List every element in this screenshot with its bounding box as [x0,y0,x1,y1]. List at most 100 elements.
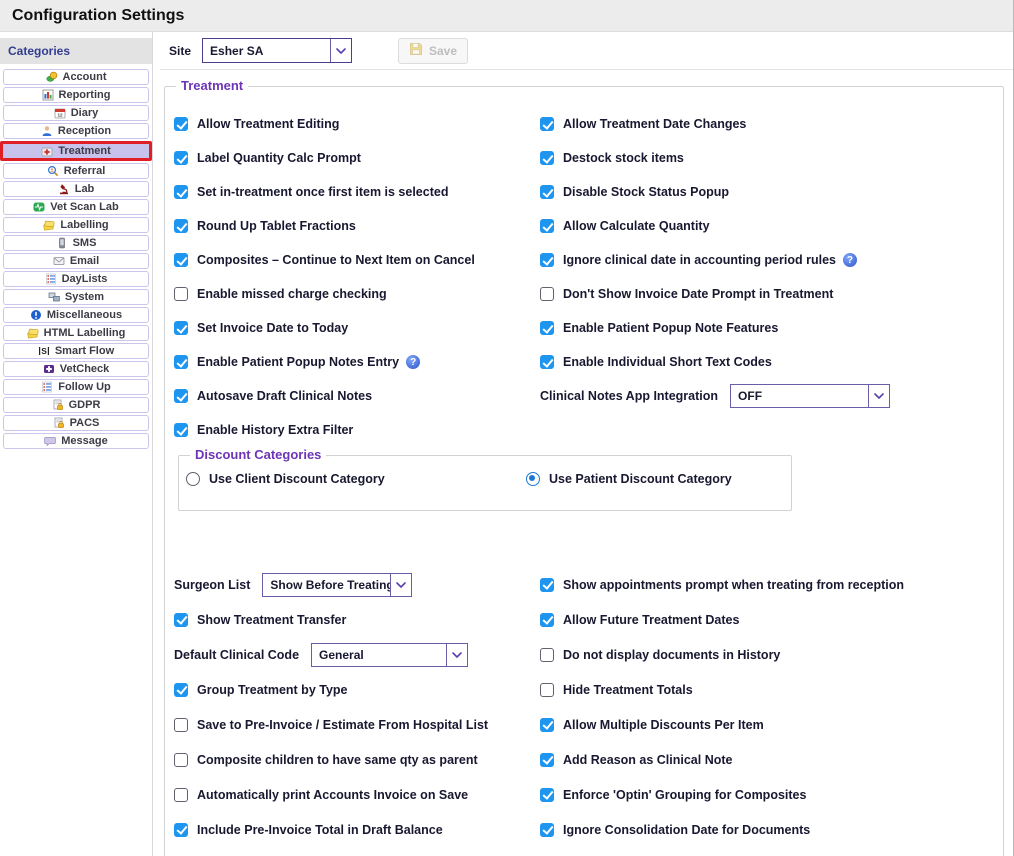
unchecked-checkbox[interactable] [174,287,188,301]
sidebar-item-smart-flow[interactable]: S Smart Flow [3,343,149,359]
checked-checkbox[interactable] [540,577,554,592]
sidebar-item-reception[interactable]: Reception [3,123,149,139]
sidebar-item-email[interactable]: Email [3,253,149,269]
setting-label: Allow Treatment Editing [197,117,340,131]
sidebar-item-system[interactable]: System [3,289,149,305]
categories-header: Categories [0,38,152,64]
clinical-notes-app-integration-select[interactable]: OFF [730,384,891,408]
checked-checkbox[interactable] [174,117,188,131]
sidebar-item-html-labelling[interactable]: HTML Labelling [3,325,149,341]
setting-label: Don't Show Invoice Date Prompt in Treatm… [563,287,834,301]
setting-label: Surgeon List [174,577,251,592]
checked-checkbox[interactable] [540,822,554,837]
setting-label: Enable History Extra Filter [197,423,354,437]
default-clinical-code-select[interactable]: General [311,642,469,667]
sidebar-item-reporting[interactable]: Reporting [3,87,149,103]
setting-label: Enable Patient Popup Note Features [563,321,779,335]
surgeon-list-select[interactable]: Show Before Treating [262,572,413,597]
setting-row: Enable missed charge checking [174,277,540,311]
sidebar-item-daylists[interactable]: DayLists [3,271,149,287]
checked-checkbox[interactable] [540,355,554,369]
sidebar-item-diary[interactable]: 12 Diary [3,105,149,121]
setting-row: Group Treatment by Type [174,672,540,707]
sidebar-item-sms[interactable]: SMS [3,235,149,251]
save-button[interactable]: Save [398,37,469,64]
checked-checkbox[interactable] [174,423,188,437]
sidebar-item-vetcheck[interactable]: VetCheck [3,361,149,377]
setting-row: Enable Patient Popup Notes Entry? [174,345,540,379]
sidebar-item-gdpr[interactable]: GDPR [3,397,149,413]
checked-checkbox[interactable] [540,185,554,199]
help-icon[interactable]: ? [406,355,421,369]
lock-doc-icon [52,399,64,411]
sidebar-item-treatment[interactable]: Treatment [0,141,152,161]
unchecked-checkbox[interactable] [174,717,188,732]
search-person-icon [47,165,59,177]
sidebar-item-pacs[interactable]: PACS [3,415,149,431]
setting-row: Ignore clinical date in accounting perio… [540,243,890,277]
setting-label: Enforce 'Optin' Grouping for Composites [563,787,807,802]
setting-row: Label Quantity Calc Prompt [174,141,540,175]
setting-row: Default Clinical Code General [174,637,540,672]
setting-label: Enable Patient Popup Notes Entry [197,355,400,369]
site-select[interactable]: Esher SA [202,38,353,63]
sidebar-item-message[interactable]: Message [3,433,149,449]
sidebar-item-label: Reporting [58,89,111,101]
unselected-radio-button[interactable] [186,472,200,486]
sidebar-item-vet-scan-lab[interactable]: Vet Scan Lab [3,199,149,215]
discount-options: Use Client Discount Category Use Patient … [186,472,791,486]
help-icon[interactable]: ? [842,253,857,267]
sidebar-item-account[interactable]: Account [3,69,149,85]
checked-checkbox[interactable] [540,787,554,802]
selected-radio-button[interactable] [526,472,540,486]
sidebar-item-miscellaneous[interactable]: Miscellaneous [3,307,149,323]
checked-checkbox[interactable] [540,321,554,335]
setting-label: Do not display documents in History [563,647,781,662]
checked-checkbox[interactable] [540,717,554,732]
unchecked-checkbox[interactable] [540,647,554,662]
sidebar-item-lab[interactable]: Lab [3,181,149,197]
checked-checkbox[interactable] [174,151,188,165]
discount-categories-group: Discount Categories Use Client Discount … [178,447,792,511]
setting-row: Clinical Notes App Integration OFF [540,379,891,413]
unchecked-checkbox[interactable] [540,682,554,697]
unchecked-checkbox[interactable] [174,787,188,802]
checked-checkbox[interactable] [174,822,188,837]
sidebar-item-label: Referral [63,165,106,177]
checked-checkbox[interactable] [540,117,554,131]
checked-checkbox[interactable] [174,682,188,697]
chevron-down-icon [446,643,467,666]
checked-checkbox[interactable] [540,253,554,267]
sidebar-item-referral[interactable]: Referral [3,163,149,179]
checked-checkbox[interactable] [540,612,554,627]
exclaim-icon [30,309,42,321]
sidebar-item-labelling[interactable]: Labelling [3,217,149,233]
radio-label: Use Patient Discount Category [549,472,732,486]
setting-row: Allow Future Treatment Dates [540,602,904,637]
setting-row: Surgeon List Show Before Treating [174,567,540,602]
checked-checkbox[interactable] [174,321,188,335]
sidebar-item-label: SMS [72,237,97,249]
setting-row [540,413,890,447]
unchecked-checkbox[interactable] [174,752,188,767]
checked-checkbox[interactable] [174,253,188,267]
setting-label: Composites – Continue to Next Item on Ca… [197,253,475,267]
setting-row: Allow Treatment Date Changes [540,107,890,141]
site-label: Site [169,43,192,58]
checked-checkbox[interactable] [174,185,188,199]
checked-checkbox[interactable] [540,752,554,767]
sidebar-item-label: Message [61,435,108,447]
firstaid-icon [41,145,53,157]
checked-checkbox[interactable] [174,219,188,233]
sidebar-item-follow-up[interactable]: Follow Up [3,379,149,395]
checked-checkbox[interactable] [174,389,188,403]
unchecked-checkbox[interactable] [540,287,554,301]
sidebar-item-label: Diary [70,107,99,119]
setting-label: Autosave Draft Clinical Notes [197,389,373,403]
checked-checkbox[interactable] [540,151,554,165]
checked-checkbox[interactable] [174,355,188,369]
setting-label: Round Up Tablet Fractions [197,219,356,233]
checked-checkbox[interactable] [174,612,188,627]
setting-row: Automatically print Accounts Invoice on … [174,777,540,812]
checked-checkbox[interactable] [540,219,554,233]
